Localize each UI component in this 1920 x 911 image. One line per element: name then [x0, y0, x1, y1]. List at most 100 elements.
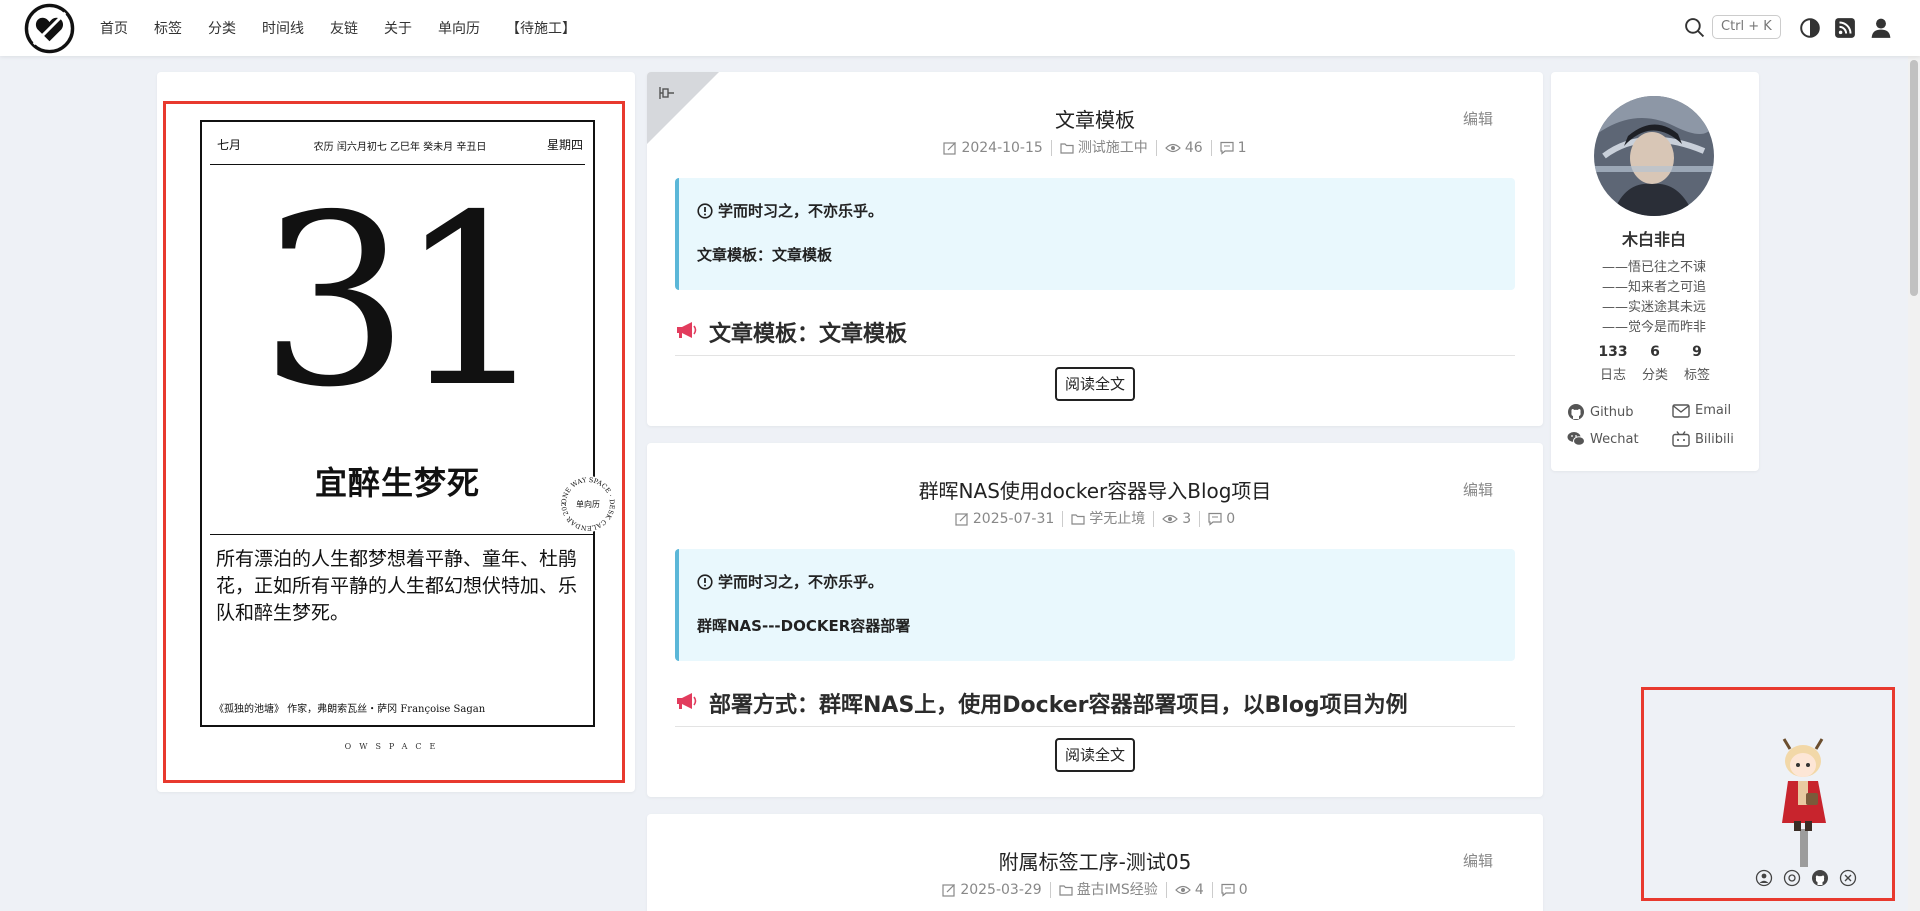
- folder-icon: [1060, 143, 1074, 154]
- search-shortcut-hint[interactable]: Ctrl + K: [1712, 15, 1781, 39]
- theme-toggle-icon[interactable]: [1799, 17, 1821, 39]
- email-icon: [1672, 403, 1690, 418]
- edit-link[interactable]: 编辑: [1463, 479, 1493, 500]
- info-circle-icon: [697, 573, 713, 590]
- comment-icon: [1221, 883, 1235, 897]
- social-github[interactable]: Github: [1567, 403, 1634, 421]
- comment-icon: [1208, 512, 1222, 526]
- calendar-yi: 宜醉生梦死: [314, 464, 480, 502]
- edit-link[interactable]: 编辑: [1463, 108, 1493, 129]
- site-logo-icon[interactable]: [24, 3, 75, 54]
- read-more-button[interactable]: 阅读全文: [1054, 738, 1136, 772]
- page-scrollbar[interactable]: [1908, 56, 1920, 911]
- megaphone-icon: [677, 693, 697, 709]
- nav-timeline[interactable]: 时间线: [262, 18, 304, 38]
- post-comments: 0: [1238, 882, 1248, 898]
- nav-about[interactable]: 关于: [384, 18, 412, 38]
- comment-icon: [1220, 141, 1234, 155]
- post-comments: 0: [1226, 511, 1236, 527]
- post-title[interactable]: 群晖NAS使用docker容器导入Blog项目: [647, 475, 1543, 504]
- pet-github-icon[interactable]: [1811, 869, 1829, 887]
- calendar-source: 《孤独的池塘》 作家，弗朗索瓦丝・萨冈 Françoise Sagan: [214, 704, 486, 715]
- calendar-divider-2: [210, 534, 593, 535]
- notice-title: 学而时习之，不亦乐乎。: [718, 573, 884, 591]
- scrollbar-thumb[interactable]: [1910, 60, 1918, 296]
- social-wechat[interactable]: Wechat: [1567, 431, 1639, 447]
- folder-icon: [1059, 885, 1073, 896]
- top-navbar: 首页 标签 分类 时间线 友链 关于 单向历 【待施工】 Ctrl + K: [0, 0, 1920, 56]
- avatar[interactable]: [1594, 96, 1714, 216]
- user-icon[interactable]: [1870, 17, 1892, 39]
- post-date: 2025-07-31: [972, 511, 1055, 527]
- read-more-button[interactable]: 阅读全文: [1054, 367, 1136, 401]
- bilibili-icon: [1672, 431, 1690, 447]
- nav-calendar[interactable]: 单向历: [438, 18, 480, 38]
- github-icon: [1568, 404, 1584, 420]
- post-heading: 部署方式：群晖NAS上，使用Docker容器部署项目，以Blog项目为例: [675, 687, 1515, 727]
- avatar-image-icon: [1594, 96, 1714, 216]
- edit-date-icon: [942, 884, 956, 897]
- calendar-quote: 所有漂泊的人生都梦想着平静、童年、杜鹃花，正如所有平静的人生都幻想伏特加、乐队和…: [216, 548, 578, 624]
- nav-categories[interactable]: 分类: [208, 18, 236, 38]
- pet-switch-icon[interactable]: [1783, 869, 1801, 887]
- edit-date-icon: [943, 142, 957, 155]
- profile-stats: 133 日志 6 分类 9 标签: [1595, 344, 1715, 383]
- post-meta: 2025-07-31 学无止境 3 0: [647, 511, 1543, 527]
- post-views: 3: [1182, 511, 1192, 527]
- search-icon[interactable]: [1684, 17, 1705, 38]
- post-category[interactable]: 测试施工中: [1078, 140, 1148, 156]
- rss-icon[interactable]: [1834, 17, 1856, 39]
- social-email[interactable]: Email: [1672, 403, 1731, 418]
- calendar-day-number: 31: [259, 164, 547, 439]
- post-card: 文章模板 编辑 2024-10-15 测试施工中 46 1 学而时习之，不亦乐乎…: [647, 72, 1543, 426]
- calendar-weekday: 星期四: [546, 138, 583, 152]
- post-card: 群晖NAS使用docker容器导入Blog项目 编辑 2025-07-31 学无…: [647, 443, 1543, 797]
- eye-icon: [1164, 143, 1181, 153]
- pet-close-icon[interactable]: [1839, 869, 1857, 887]
- nav-links: 首页 标签 分类 时间线 友链 关于 单向历 【待施工】: [100, 0, 602, 56]
- post-heading-text: 部署方式：群晖NAS上，使用Docker容器部署项目，以Blog项目为例: [709, 693, 1408, 718]
- nav-friends[interactable]: 友链: [330, 18, 358, 38]
- nav-tags[interactable]: 标签: [154, 18, 182, 38]
- post-category[interactable]: 学无止境: [1089, 511, 1145, 527]
- post-meta: 2025-03-29 盘古IMS经验 4 0: [647, 882, 1543, 898]
- notice-body: 文章模板：文章模板: [697, 246, 833, 264]
- stat-tags[interactable]: 9 标签: [1679, 344, 1715, 383]
- post-heading: 文章模板：文章模板: [675, 316, 1515, 356]
- post-date: 2024-10-15: [961, 140, 1043, 156]
- eye-icon: [1162, 514, 1179, 524]
- pet-user-icon[interactable]: [1755, 869, 1773, 887]
- edit-link[interactable]: 编辑: [1463, 850, 1493, 871]
- profile-motto-line: ——觉今是而昨非: [1601, 320, 1706, 335]
- profile-name: 木白非白: [1621, 230, 1686, 249]
- eye-icon: [1174, 885, 1191, 895]
- notice-title: 学而时习之，不亦乐乎。: [718, 202, 884, 220]
- post-meta: 2024-10-15 测试施工中 46 1: [647, 140, 1543, 156]
- post-title[interactable]: 文章模板: [647, 104, 1543, 133]
- nav-home[interactable]: 首页: [100, 18, 128, 38]
- stat-posts[interactable]: 133 日志: [1595, 344, 1631, 383]
- notice-body: 群晖NAS---DOCKER容器部署: [697, 617, 911, 635]
- stamp-center-text: 单向历: [576, 499, 600, 509]
- calendar-stamp: ONE WAY SPACE · DESK CALENDAR 2025 单向历: [560, 476, 616, 532]
- pet-character-icon[interactable]: [1776, 733, 1830, 867]
- stat-categories[interactable]: 6 分类: [1637, 344, 1673, 383]
- profile-motto-line: ——知来者之可追: [1601, 280, 1706, 295]
- post-category[interactable]: 盘古IMS经验: [1077, 882, 1158, 898]
- nav-construction[interactable]: 【待施工】: [506, 18, 576, 38]
- info-circle-icon: [697, 202, 713, 219]
- post-title[interactable]: 附属标签工序-测试05: [647, 846, 1543, 875]
- post-date: 2025-03-29: [960, 882, 1042, 898]
- post-views: 46: [1184, 140, 1203, 156]
- calendar-brand: OWSPACE: [344, 742, 444, 751]
- calendar-stamp-icon: ONE WAY SPACE · DESK CALENDAR 2025 单向历: [560, 476, 616, 532]
- profile-motto-line: ——实迷途其未远: [1601, 300, 1706, 315]
- post-heading-text: 文章模板：文章模板: [709, 322, 908, 347]
- profile-motto-line: ——悟已往之不谏: [1601, 260, 1706, 275]
- social-bilibili[interactable]: Bilibili: [1672, 431, 1734, 447]
- megaphone-icon: [677, 322, 697, 338]
- desk-calendar: 七月 农历 闰六月初七 乙巳年 癸未月 辛丑日 星期四 31 宜醉生梦死 所有漂…: [200, 120, 595, 727]
- calendar-lunar-date: 农历 闰六月初七 乙巳年 癸未月 辛丑日: [313, 142, 487, 153]
- folder-icon: [1071, 514, 1085, 525]
- notice-block: 学而时习之，不亦乐乎。 文章模板：文章模板: [675, 178, 1515, 290]
